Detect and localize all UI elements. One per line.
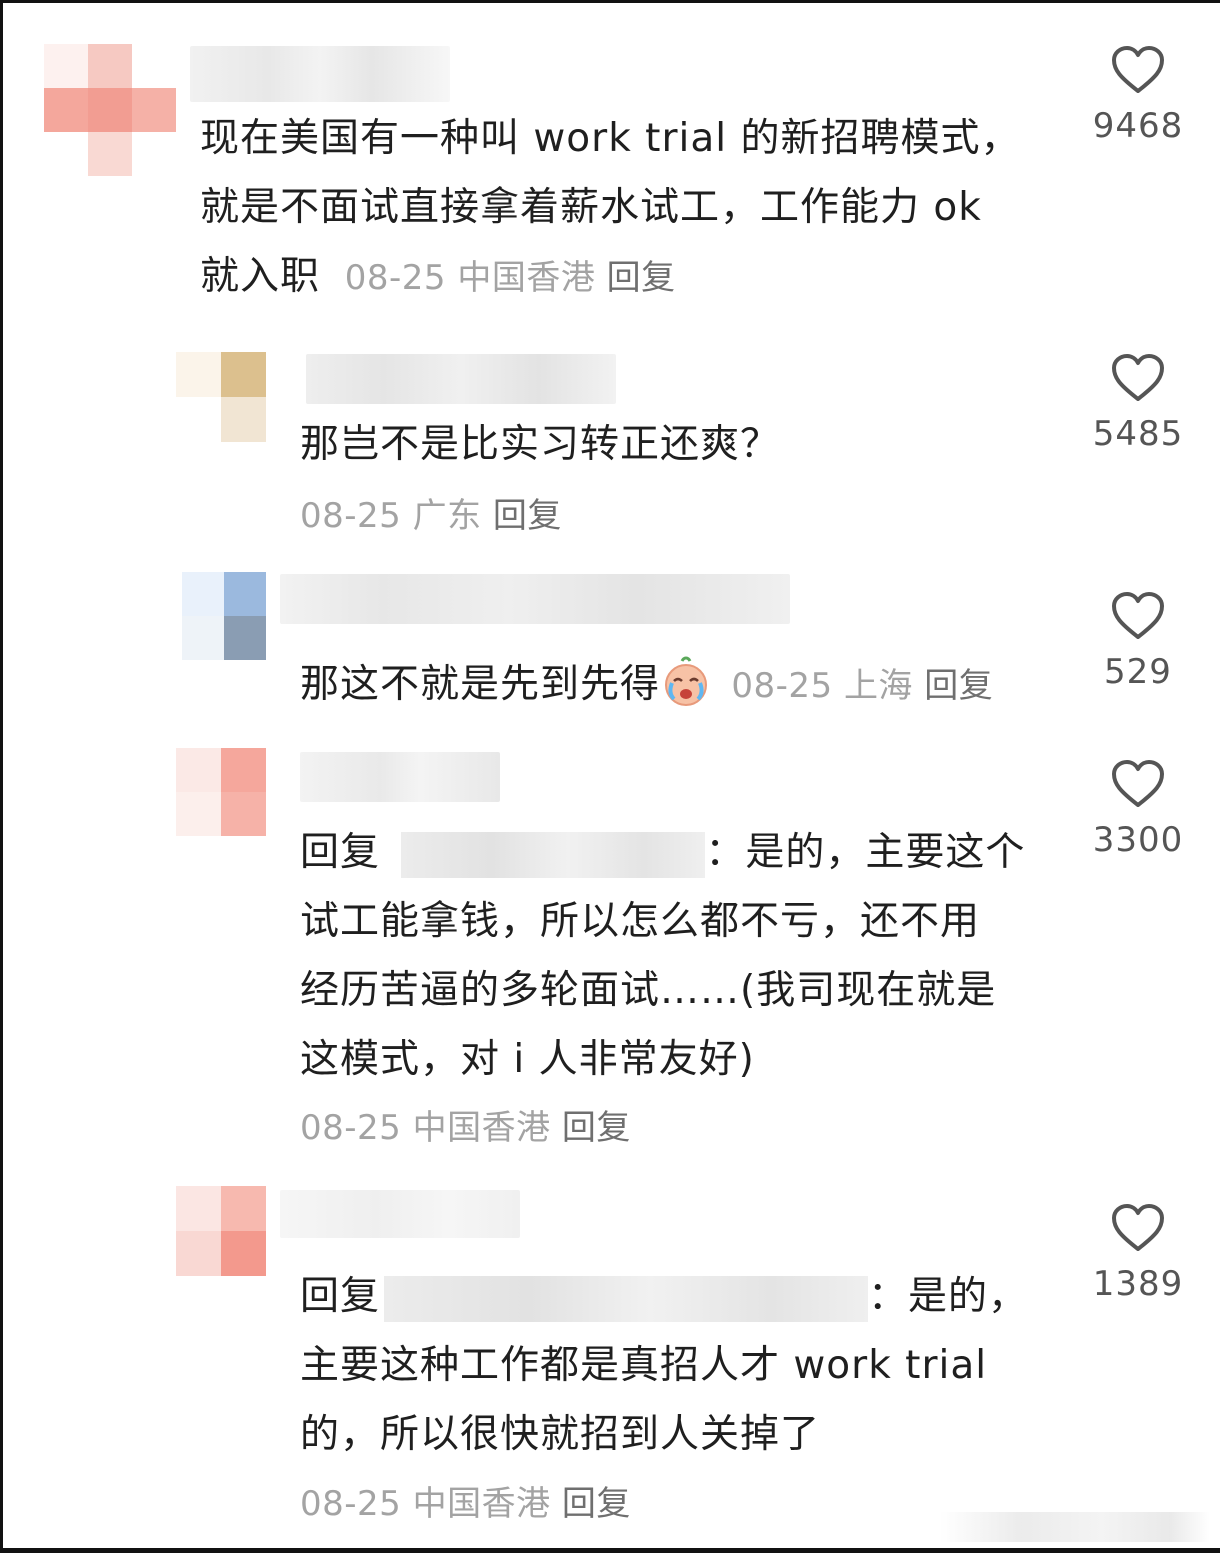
comment-date: 08-25 [300, 496, 402, 536]
image-border-top [0, 0, 1220, 3]
like-button[interactable]: 529 [1078, 590, 1198, 692]
comment-location: 中国香港 [412, 1108, 551, 1148]
reply-button[interactable]: 回复 [493, 496, 562, 536]
comment-date: 08-25 [344, 258, 447, 298]
heart-outline-icon [1112, 354, 1164, 401]
like-button[interactable]: 3300 [1078, 758, 1198, 860]
avatar[interactable] [44, 44, 176, 178]
comment-text: 那岂不是比实习转正还爽？ [300, 422, 781, 467]
comment-text: 现在美国有一种叫 work trial 的新招聘模式， 就是不面试直接拿着薪水试… [200, 116, 1021, 299]
reply-button[interactable]: 回复 [562, 1484, 631, 1524]
like-count: 9468 [1092, 106, 1184, 146]
mention-blurred[interactable] [384, 1275, 869, 1322]
image-border-bottom [0, 1548, 1220, 1553]
heart-outline-icon [1112, 1204, 1164, 1251]
comment-meta: 08-25 中国香港 回复 [333, 258, 675, 298]
comment-meta: 08-25 广东 回复 [300, 496, 562, 536]
reply-button[interactable]: 回复 [562, 1108, 631, 1148]
reply-button[interactable]: 回复 [607, 258, 676, 298]
heart-outline-icon [1112, 46, 1164, 93]
username-blurred[interactable] [190, 46, 450, 102]
like-count: 3300 [1092, 820, 1184, 860]
heart-outline-icon [1112, 760, 1164, 807]
crying-face-emoji [660, 655, 712, 707]
comment-date: 08-25 [300, 1484, 402, 1524]
avatar[interactable] [176, 748, 266, 836]
mention-blurred[interactable] [401, 831, 706, 878]
comment-location: 中国香港 [457, 258, 596, 298]
avatar[interactable] [176, 1186, 266, 1276]
heart-outline-icon [1112, 592, 1164, 639]
comment-date: 08-25 [731, 666, 833, 706]
like-count: 529 [1104, 652, 1172, 692]
like-count: 5485 [1092, 414, 1184, 454]
username-blurred[interactable] [280, 574, 790, 624]
comment-text: 回复 ：是的， 主要这种工作都是真招人才 work trial 的，所以很快就招到… [300, 1274, 1029, 1457]
comment-meta: 08-25 上海 回复 [720, 666, 993, 706]
comment-location: 上海 [843, 666, 913, 706]
like-button[interactable]: 9468 [1078, 44, 1198, 146]
username-blurred[interactable] [306, 354, 616, 404]
comment-text: 回复 ：是的，主要这个 试工能拿钱，所以怎么都不亏，还不用 经历苦逼的多轮面试…… [300, 830, 1026, 1082]
username-blurred[interactable] [280, 1190, 520, 1238]
like-button[interactable]: 5485 [1078, 352, 1198, 454]
reply-button[interactable]: 回复 [924, 666, 993, 706]
comment-meta: 08-25 中国香港 回复 [300, 1484, 631, 1524]
avatar[interactable] [182, 572, 266, 660]
like-button[interactable]: 1389 [1078, 1202, 1198, 1304]
watermark-blurred [940, 1512, 1210, 1542]
image-border-left [0, 0, 3, 1553]
comment-text: 那这不就是先到先得 08-25 上海 回复 [300, 650, 1080, 721]
username-blurred[interactable] [300, 752, 500, 802]
comment-meta: 08-25 中国香港 回复 [300, 1108, 631, 1148]
like-count: 1389 [1092, 1264, 1184, 1304]
comment-date: 08-25 [300, 1108, 402, 1148]
comment-location: 中国香港 [412, 1484, 551, 1524]
comment-location: 广东 [412, 496, 482, 536]
avatar[interactable] [176, 352, 266, 442]
